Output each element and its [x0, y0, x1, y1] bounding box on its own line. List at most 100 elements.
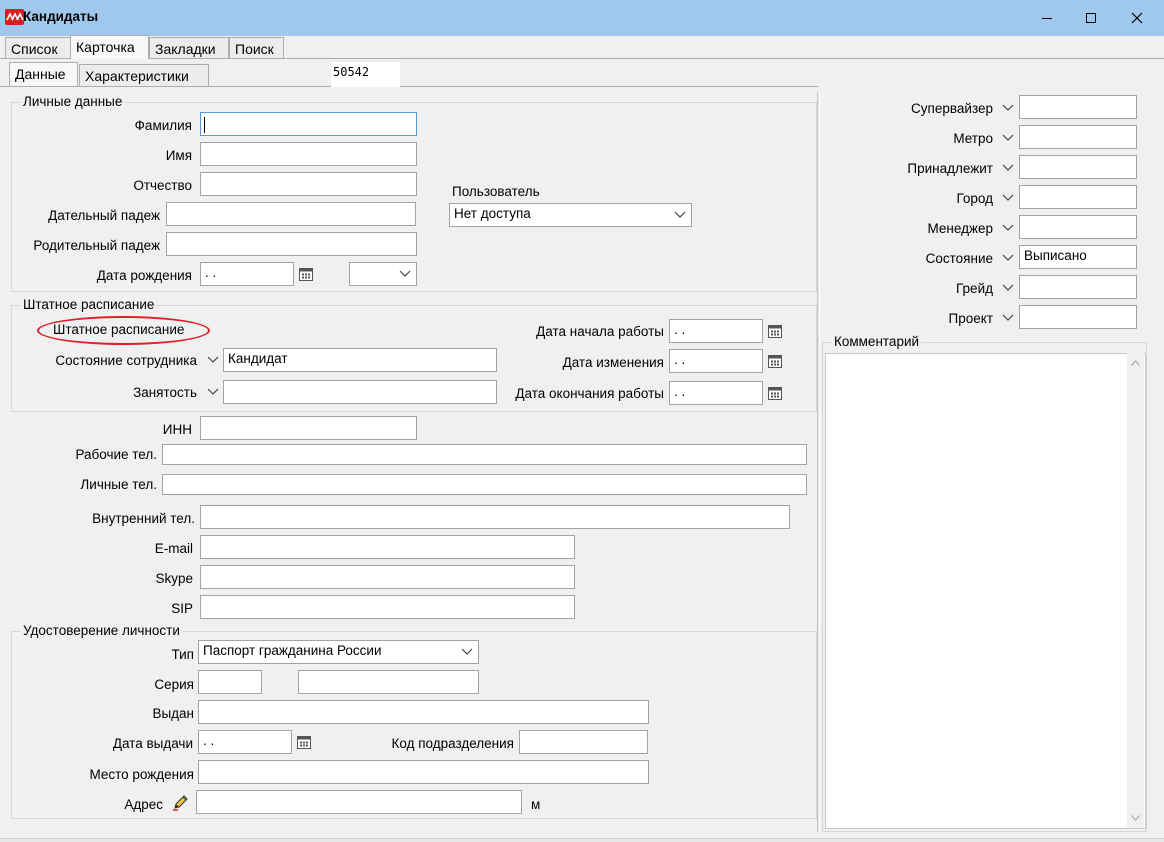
start-date-input[interactable]: . .	[669, 319, 763, 343]
calendar-icon[interactable]	[294, 731, 314, 753]
belongs-input[interactable]	[1019, 155, 1137, 179]
chevron-down-icon[interactable]	[1000, 128, 1016, 148]
metro-label: Метро	[953, 131, 993, 146]
supervisor-input[interactable]	[1019, 95, 1137, 119]
tab-data[interactable]: Данные	[9, 62, 78, 86]
chevron-down-icon[interactable]	[1000, 218, 1016, 238]
maximize-button[interactable]	[1069, 3, 1113, 33]
sip-input[interactable]	[200, 595, 575, 619]
city-label: Город	[956, 191, 993, 206]
employment-input[interactable]	[223, 380, 497, 404]
skype-input[interactable]	[200, 565, 575, 589]
doc-type-select[interactable]: Паспорт гражданина России	[198, 640, 479, 664]
chevron-down-icon[interactable]	[397, 264, 413, 284]
user-label: Пользователь	[452, 184, 540, 199]
city-input[interactable]	[1019, 185, 1137, 209]
firstname-label: Имя	[165, 148, 192, 163]
chevron-down-icon[interactable]	[1000, 248, 1016, 268]
staffing-link[interactable]: Штатное расписание	[53, 322, 184, 337]
scroll-up-icon	[1131, 360, 1140, 366]
project-label: Проект	[948, 311, 993, 326]
calendar-icon[interactable]	[765, 320, 785, 342]
chevron-down-icon[interactable]	[205, 350, 221, 370]
change-date-input[interactable]: . .	[669, 349, 763, 373]
end-date-label-clip: Дата окончания работы	[512, 386, 664, 404]
personal-phone-input[interactable]	[162, 474, 807, 495]
address-suffix: м	[531, 797, 541, 812]
grade-label: Грейд	[956, 281, 993, 296]
subtab-strip-line	[0, 86, 818, 87]
close-button[interactable]	[1115, 3, 1159, 33]
chevron-down-icon[interactable]	[1000, 98, 1016, 118]
email-label: E-mail	[154, 541, 193, 556]
comment-textarea[interactable]	[825, 353, 1146, 829]
internal-phone-input[interactable]	[200, 505, 790, 529]
tab-bookmarks[interactable]: Закладки	[149, 37, 229, 59]
chevron-down-icon[interactable]	[1000, 188, 1016, 208]
chevron-down-icon[interactable]	[1000, 158, 1016, 178]
lastname-input[interactable]	[200, 112, 417, 136]
patronymic-input[interactable]	[200, 172, 417, 196]
patronymic-label: Отчество	[133, 178, 192, 193]
app-logo-icon	[5, 9, 24, 25]
series-label: Серия	[154, 677, 194, 692]
birthdate-input[interactable]: . .	[200, 262, 294, 286]
start-date-label: Дата начала работы	[536, 324, 664, 339]
calendar-icon[interactable]	[765, 382, 785, 404]
email-input[interactable]	[200, 535, 575, 559]
issued-label: Выдан	[152, 706, 194, 721]
employee-status-input[interactable]: Кандидат	[223, 348, 497, 372]
inn-label: ИНН	[162, 422, 192, 437]
number-input[interactable]	[298, 670, 479, 694]
title-bar	[0, 0, 1164, 36]
user-select[interactable]: Нет доступа	[449, 203, 692, 227]
chevron-down-icon[interactable]	[672, 205, 688, 225]
chevron-down-icon[interactable]	[1000, 308, 1016, 328]
issued-input[interactable]	[198, 700, 649, 724]
comment-scrollbar[interactable]	[1127, 353, 1144, 828]
state-label: Состояние	[925, 251, 993, 266]
identity-legend: Удостоверение личности	[21, 623, 182, 638]
dative-input[interactable]	[166, 202, 416, 226]
address-input[interactable]	[196, 790, 522, 814]
tab-search[interactable]: Поиск	[229, 37, 284, 59]
work-phone-input[interactable]	[162, 444, 807, 465]
text-caret	[204, 117, 205, 133]
end-date-label: Дата окончания работы	[515, 386, 664, 401]
metro-input[interactable]	[1019, 125, 1137, 149]
manager-input[interactable]	[1019, 215, 1137, 239]
edit-pen-icon[interactable]	[172, 793, 190, 811]
window-bottom-edge	[0, 838, 1164, 842]
birthplace-label: Место рождения	[89, 767, 194, 782]
calendar-icon[interactable]	[296, 263, 316, 285]
tab-characteristics[interactable]: Характеристики	[79, 64, 209, 86]
maximize-icon	[1086, 13, 1096, 23]
supervisor-label: Супервайзер	[911, 101, 993, 116]
birthdate-label: Дата рождения	[96, 268, 192, 283]
comment-legend: Комментарий	[832, 334, 922, 349]
dept-code-label: Код подразделения	[391, 736, 515, 751]
scroll-down-icon	[1131, 815, 1140, 821]
calendar-icon[interactable]	[765, 350, 785, 372]
issue-date-input[interactable]: . .	[198, 730, 292, 754]
firstname-input[interactable]	[200, 142, 417, 166]
panel-splitter[interactable]	[817, 92, 820, 832]
inn-input[interactable]	[200, 416, 417, 440]
chevron-down-icon[interactable]	[459, 642, 475, 662]
dept-code-input[interactable]	[519, 730, 648, 754]
birthplace-input[interactable]	[198, 760, 649, 784]
tab-list[interactable]: Список	[5, 37, 71, 59]
minimize-button[interactable]	[1025, 3, 1069, 33]
project-input[interactable]	[1019, 305, 1137, 329]
genitive-input[interactable]	[166, 232, 417, 256]
state-input[interactable]: Выписано	[1019, 245, 1137, 269]
dative-label: Дательный падеж	[48, 208, 160, 223]
chevron-down-icon[interactable]	[1000, 278, 1016, 298]
grade-input[interactable]	[1019, 275, 1137, 299]
tab-card[interactable]: Карточка	[70, 35, 149, 59]
chevron-down-icon[interactable]	[205, 382, 221, 402]
work-phone-label: Рабочие тел.	[75, 447, 157, 462]
change-date-label: Дата изменения	[562, 355, 664, 370]
end-date-input[interactable]: . .	[669, 381, 763, 405]
series-input[interactable]	[198, 670, 262, 694]
